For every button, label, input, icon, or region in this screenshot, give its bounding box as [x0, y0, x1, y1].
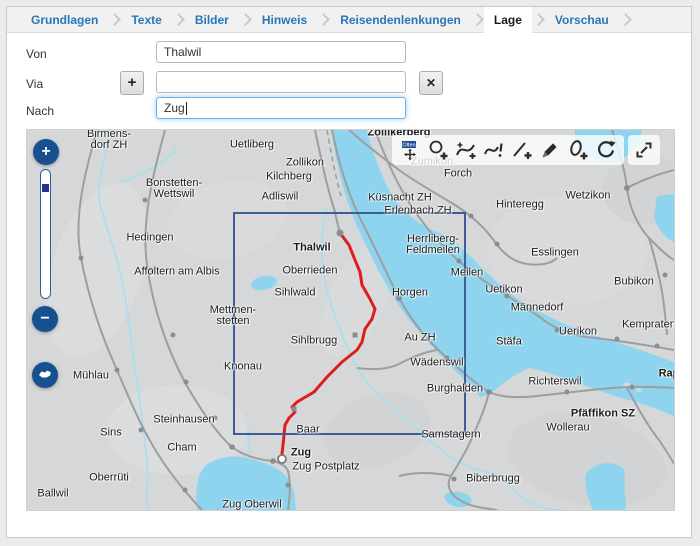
map-town-label: Affoltern am Albis	[134, 267, 219, 278]
map-town-label: Kempraten	[622, 320, 675, 331]
text-caret	[186, 102, 187, 115]
map-town-label: Pfäffikon SZ	[571, 409, 635, 420]
svg-text:Olten: Olten	[402, 143, 415, 149]
switzerland-icon	[35, 365, 55, 385]
zoom-slider[interactable]	[40, 169, 51, 299]
map-town-label: Mettmen-stetten	[210, 305, 256, 327]
map-town-label: Sins	[100, 428, 121, 439]
chevron-separator-icon	[172, 13, 185, 26]
nach-input-value: Zug	[164, 101, 185, 115]
map-town-label: Erlenbach ZH	[384, 206, 451, 217]
remove-via-button[interactable]: ✕	[419, 71, 443, 95]
map-town-label: Thalwil	[293, 243, 330, 254]
map-town-label: Wollerau	[546, 423, 589, 434]
zoom-out-button[interactable]: −	[32, 306, 58, 332]
toolbar-group: Olten	[392, 135, 624, 165]
via-input[interactable]	[156, 71, 406, 93]
map-town-label: Biberbrugg	[466, 474, 520, 485]
map-town-label: Burghalden	[427, 384, 483, 395]
map-town-label: Richterswil	[528, 377, 581, 388]
map-town-label: Birmens-dorf ZH	[87, 129, 131, 151]
zoom-in-button[interactable]: +	[33, 139, 59, 165]
map-town-label: Uerikon	[559, 327, 597, 338]
map-town-label: Samstagern	[421, 430, 480, 441]
map-town-label: Kilchberg	[266, 172, 312, 183]
map-town-label: Zug	[291, 448, 311, 459]
tab-texte[interactable]: Texte	[121, 7, 171, 33]
tab-vorschau[interactable]: Vorschau	[545, 7, 619, 33]
draw-pencil-tool[interactable]	[536, 137, 564, 163]
tab-bilder[interactable]: Bilder	[185, 7, 239, 33]
map-town-label: Esslingen	[531, 248, 579, 259]
nach-input[interactable]: Zug	[156, 97, 406, 119]
map-town-label: Rap	[659, 369, 675, 380]
home-extent-button[interactable]	[32, 362, 58, 388]
add-route-tool[interactable]	[452, 137, 480, 163]
map-town-label: Baar	[296, 425, 319, 436]
toolbar-group-solo	[628, 135, 660, 165]
map-town-label: Oberrieden	[282, 266, 337, 277]
map-town-label: Wädenswil	[410, 358, 463, 369]
map-town-label: Stäfa	[496, 337, 522, 348]
map-town-label: Zollikon	[286, 158, 324, 169]
map-town-label: Meilen	[451, 268, 483, 279]
via-label: Via	[26, 77, 43, 91]
tab-grundlagen[interactable]: Grundlagen	[21, 7, 108, 33]
map-town-label: Adliswil	[262, 192, 299, 203]
add-via-button[interactable]: +	[120, 71, 144, 95]
map-town-label: Wetzikon	[565, 191, 610, 202]
tab-lage[interactable]: Lage	[484, 7, 532, 33]
breadcrumb-tabbar: Grundlagen Texte Bilder Hinweis Reisende…	[7, 7, 691, 33]
map-town-label: Bonstetten-Wettswil	[146, 178, 202, 200]
map-town-label: Cham	[167, 443, 196, 454]
map-toolbar: Olten	[392, 135, 660, 165]
map-labels-layer: Birmens-dorf ZHUetlibergZollikerbergZoll…	[27, 130, 674, 510]
chevron-separator-icon	[108, 13, 121, 26]
map-town-label: Uetikon	[485, 285, 522, 296]
map-town-label: Bubikon	[614, 277, 654, 288]
map-town-label: Horgen	[392, 288, 428, 299]
chevron-separator-icon	[239, 13, 252, 26]
chevron-separator-icon	[471, 13, 484, 26]
chevron-separator-icon	[317, 13, 330, 26]
map-town-label: Mühlau	[73, 371, 109, 382]
map-town-label: Au ZH	[404, 333, 435, 344]
chevron-separator-icon	[619, 13, 632, 26]
map-canvas[interactable]: Birmens-dorf ZHUetlibergZollikerbergZoll…	[26, 129, 675, 511]
nach-label: Nach	[26, 104, 54, 118]
map-town-label: Knonau	[224, 362, 262, 373]
map-town-label: Sihlbrugg	[291, 336, 337, 347]
tab-hinweis[interactable]: Hinweis	[252, 7, 317, 33]
fullscreen-button[interactable]	[630, 137, 658, 163]
add-label-ellipse-tool[interactable]	[564, 137, 592, 163]
map-town-label: Männedorf	[511, 303, 564, 314]
zoom-slider-handle[interactable]	[42, 184, 49, 192]
map-town-label: Steinhausen	[153, 415, 214, 426]
page-panel: Grundlagen Texte Bilder Hinweis Reisende…	[6, 6, 692, 538]
move-label-tool[interactable]: Olten	[396, 137, 424, 163]
map-town-label: Hinteregg	[496, 200, 544, 211]
map-town-label: Ballwil	[37, 489, 68, 500]
map-town-label: Uetliberg	[230, 140, 274, 151]
map-town-label: Herrliberg-Feldmeilen	[406, 234, 460, 256]
add-point-tool[interactable]	[424, 137, 452, 163]
map-town-label: Forch	[444, 169, 472, 180]
map-town-label: Sihlwald	[275, 288, 316, 299]
von-input[interactable]	[156, 41, 406, 63]
map-town-label: Oberrüti	[89, 473, 129, 484]
chevron-separator-icon	[532, 13, 545, 26]
map-town-label: Küsnacht ZH	[368, 193, 432, 204]
refresh-map-button[interactable]	[592, 137, 620, 163]
von-label: Von	[26, 47, 47, 61]
tab-reisendenlenkungen[interactable]: Reisendenlenkungen	[330, 7, 471, 33]
map-town-label: Hedingen	[126, 233, 173, 244]
map-town-label: Zug Oberwil	[222, 500, 281, 511]
map-town-label: Zug Postplatz	[292, 462, 359, 473]
route-info-tool[interactable]	[480, 137, 508, 163]
add-line-tool[interactable]	[508, 137, 536, 163]
